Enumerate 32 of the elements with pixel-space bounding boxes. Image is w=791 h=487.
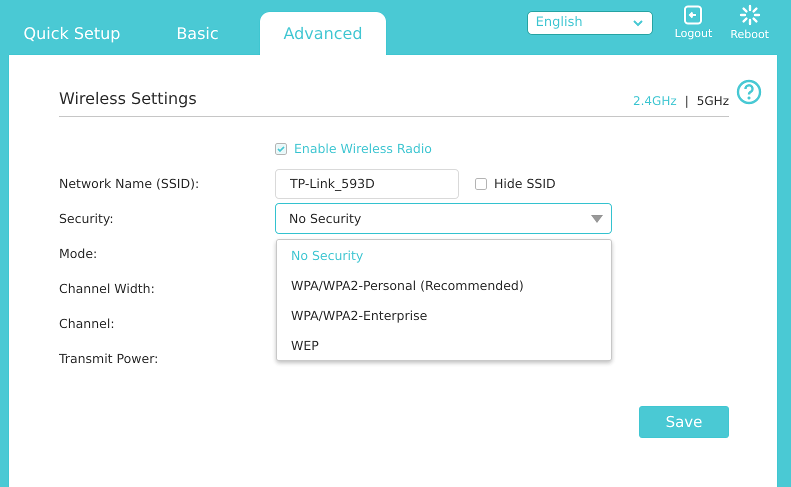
header-action[interactable]: Logout bbox=[674, 5, 712, 40]
nav-tab[interactable]: Basic bbox=[135, 12, 260, 55]
band-tab[interactable]: 2.4GHz bbox=[632, 94, 677, 108]
dropdown-option[interactable]: No Security bbox=[277, 240, 611, 270]
field-label: Network Name (SSID): bbox=[59, 176, 200, 191]
language-select[interactable]: English bbox=[526, 10, 653, 34]
separator: | bbox=[684, 94, 689, 108]
header-action[interactable]: Reboot bbox=[730, 4, 769, 41]
save-button[interactable]: Save bbox=[639, 406, 729, 438]
dropdown-option[interactable]: WEP bbox=[277, 330, 611, 360]
field-label: Mode: bbox=[59, 246, 98, 261]
checkbox[interactable] bbox=[275, 142, 287, 154]
checkbox-label[interactable]: Hide SSID bbox=[494, 176, 556, 191]
chevron-down-icon bbox=[632, 18, 644, 26]
field-label: Channel Width: bbox=[59, 281, 156, 296]
field-label: Transmit Power: bbox=[59, 351, 160, 366]
nav-tab[interactable]: Quick Setup bbox=[9, 12, 135, 55]
logout-icon bbox=[683, 5, 704, 25]
dropdown-option[interactable]: WPA/WPA2-Personal (Recommended) bbox=[277, 270, 611, 300]
checkbox-label[interactable]: Enable Wireless Radio bbox=[294, 141, 432, 156]
security-select[interactable]: No Security bbox=[275, 203, 612, 234]
help-icon[interactable] bbox=[736, 79, 762, 105]
nav-tab[interactable]: Advanced bbox=[260, 12, 386, 55]
section-title: Wireless Settings bbox=[59, 89, 197, 108]
field-label: Channel: bbox=[59, 316, 116, 331]
field-label: Security: bbox=[59, 211, 115, 226]
band-tab[interactable]: 5GHz bbox=[696, 94, 729, 108]
caret-icon bbox=[591, 214, 603, 222]
dropdown-option[interactable]: WPA/WPA2-Enterprise bbox=[277, 300, 611, 330]
ssid-input[interactable]: TP-Link_593D bbox=[275, 168, 459, 198]
loading-spinner-icon bbox=[738, 4, 761, 26]
checkbox[interactable] bbox=[475, 178, 487, 190]
